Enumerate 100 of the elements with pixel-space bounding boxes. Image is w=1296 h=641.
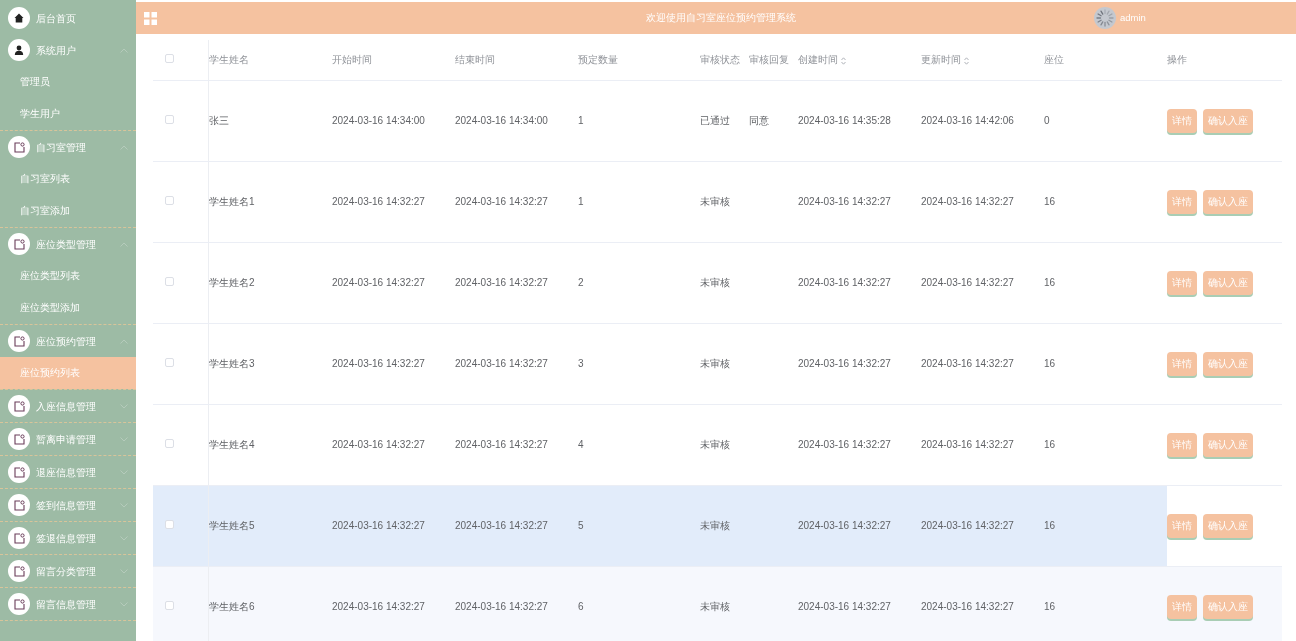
table-cell: 2024-03-16 14:32:27 (332, 485, 455, 566)
chevron-up-icon[interactable] (120, 47, 128, 53)
table-cell: 未审核 (700, 566, 749, 641)
sidebar-item[interactable]: 自习室管理 (0, 131, 136, 163)
chevron-down-icon[interactable] (120, 601, 128, 607)
table-cell: 1 (578, 161, 700, 242)
row-checkbox[interactable] (164, 196, 174, 205)
sidebar-item[interactable]: 暂离申请管理 (0, 423, 136, 455)
sortable-column-header[interactable]: 创建时间 (798, 54, 838, 66)
table-cell: 未审核 (700, 404, 749, 485)
sidebar-item[interactable]: 系统用户 (0, 34, 136, 66)
details-button[interactable]: 详情 (1167, 108, 1197, 133)
table-cell: 2024-03-16 14:32:27 (921, 161, 1044, 242)
row-checkbox[interactable] (164, 439, 174, 448)
details-button[interactable]: 详情 (1167, 189, 1197, 214)
table-cell: 未审核 (700, 485, 749, 566)
sidebar-subitem[interactable]: 自习室添加 (0, 195, 136, 227)
sidebar-item[interactable]: 退座信息管理 (0, 456, 136, 488)
table-cell: 学生姓名6 (209, 566, 332, 641)
chevron-up-icon[interactable] (120, 241, 128, 247)
document-icon (13, 238, 25, 250)
table-cell: 2024-03-16 14:32:27 (921, 566, 1044, 641)
system-title: 欢迎使用自习室座位预约管理系统 (646, 10, 796, 25)
table-cell: 2024-03-16 14:32:27 (332, 161, 455, 242)
table-cell: 1 (578, 80, 700, 161)
details-button[interactable]: 详情 (1167, 270, 1197, 295)
confirm-seat-button[interactable]: 确认入座 (1203, 108, 1253, 133)
document-icon (13, 466, 25, 478)
confirm-seat-button[interactable]: 确认入座 (1203, 351, 1253, 376)
sidebar-subitem[interactable]: 学生用户 (0, 98, 136, 130)
confirm-seat-button[interactable]: 确认入座 (1203, 270, 1253, 295)
chevron-down-icon[interactable] (120, 436, 128, 442)
table-cell: 2024-03-16 14:32:27 (921, 404, 1044, 485)
sidebar-item[interactable]: 后台首页 (0, 2, 136, 34)
user-name[interactable]: admin (1120, 10, 1146, 26)
confirm-seat-button[interactable]: 确认入座 (1203, 513, 1253, 538)
table-cell: 16 (1044, 485, 1167, 566)
confirm-seat-button[interactable]: 确认入座 (1203, 189, 1253, 214)
sidebar-item[interactable]: 留言分类管理 (0, 555, 136, 587)
chevron-up-icon[interactable] (120, 338, 128, 344)
table-cell: 2024-03-16 14:32:27 (921, 485, 1044, 566)
table-cell: 2024-03-16 14:32:27 (798, 404, 921, 485)
table-cell: 2024-03-16 14:32:27 (798, 485, 921, 566)
sidebar-item[interactable]: 签到信息管理 (0, 489, 136, 521)
menu-grid-icon[interactable] (144, 11, 157, 25)
row-checkbox[interactable] (164, 115, 174, 124)
sidebar-item[interactable]: 签退信息管理 (0, 522, 136, 554)
details-button[interactable]: 详情 (1167, 594, 1197, 619)
table-cell: 2 (578, 242, 700, 323)
table-cell: 2024-03-16 14:34:00 (332, 80, 455, 161)
column-header: 审核状态 (700, 54, 740, 66)
sidebar-subitem[interactable]: 自习室列表 (0, 163, 136, 195)
document-icon (13, 598, 25, 610)
table-cell: 2024-03-16 14:32:27 (455, 242, 578, 323)
chevron-down-icon[interactable] (120, 502, 128, 508)
sidebar-item[interactable]: 留言信息管理 (0, 588, 136, 620)
row-checkbox[interactable] (164, 358, 174, 367)
sidebar-subitem[interactable]: 座位类型添加 (0, 292, 136, 324)
table-cell: 张三 (209, 80, 332, 161)
sidebar-subitem[interactable]: 管理员 (0, 66, 136, 98)
column-header: 预定数量 (578, 54, 618, 66)
table-cell: 4 (578, 404, 700, 485)
sidebar-item[interactable]: 座位预约管理 (0, 325, 136, 357)
chevron-up-icon[interactable] (120, 144, 128, 150)
sidebar-item[interactable]: 座位类型管理 (0, 228, 136, 260)
table-cell: 2024-03-16 14:32:27 (921, 323, 1044, 404)
table-cell: 学生姓名3 (209, 323, 332, 404)
document-icon (13, 565, 25, 577)
table-cell: 2024-03-16 14:32:27 (798, 323, 921, 404)
document-icon (13, 141, 25, 153)
select-all-checkbox[interactable] (164, 54, 174, 64)
document-icon (13, 400, 25, 412)
row-checkbox[interactable] (164, 601, 174, 610)
details-button[interactable]: 详情 (1167, 351, 1197, 376)
table-cell: 未审核 (700, 323, 749, 404)
confirm-seat-button[interactable]: 确认入座 (1203, 594, 1253, 619)
chevron-down-icon[interactable] (120, 535, 128, 541)
table-cell: 2024-03-16 14:32:27 (332, 404, 455, 485)
sidebar-subitem[interactable]: 座位类型列表 (0, 260, 136, 292)
chevron-down-icon[interactable] (120, 469, 128, 475)
row-checkbox[interactable] (164, 277, 174, 286)
sidebar-subitem[interactable]: 座位预约列表 (0, 357, 136, 389)
table-cell: 3 (578, 323, 700, 404)
sort-icon[interactable] (963, 56, 969, 65)
chevron-down-icon[interactable] (120, 403, 128, 409)
sortable-column-header[interactable]: 更新时间 (921, 54, 961, 66)
sidebar-item[interactable]: 入座信息管理 (0, 390, 136, 422)
document-icon (13, 433, 25, 445)
row-checkbox[interactable] (164, 520, 174, 529)
table-cell: 2024-03-16 14:32:27 (332, 323, 455, 404)
details-button[interactable]: 详情 (1167, 432, 1197, 457)
sort-icon[interactable] (840, 56, 846, 65)
details-button[interactable]: 详情 (1167, 513, 1197, 538)
chevron-down-icon[interactable] (120, 568, 128, 574)
table-cell: 2024-03-16 14:32:27 (455, 566, 578, 641)
column-header: 结束时间 (455, 54, 495, 66)
table-cell: 2024-03-16 14:32:27 (921, 242, 1044, 323)
table-cell: 2024-03-16 14:35:28 (798, 80, 921, 161)
confirm-seat-button[interactable]: 确认入座 (1203, 432, 1253, 457)
table-cell: 2024-03-16 14:34:00 (455, 80, 578, 161)
